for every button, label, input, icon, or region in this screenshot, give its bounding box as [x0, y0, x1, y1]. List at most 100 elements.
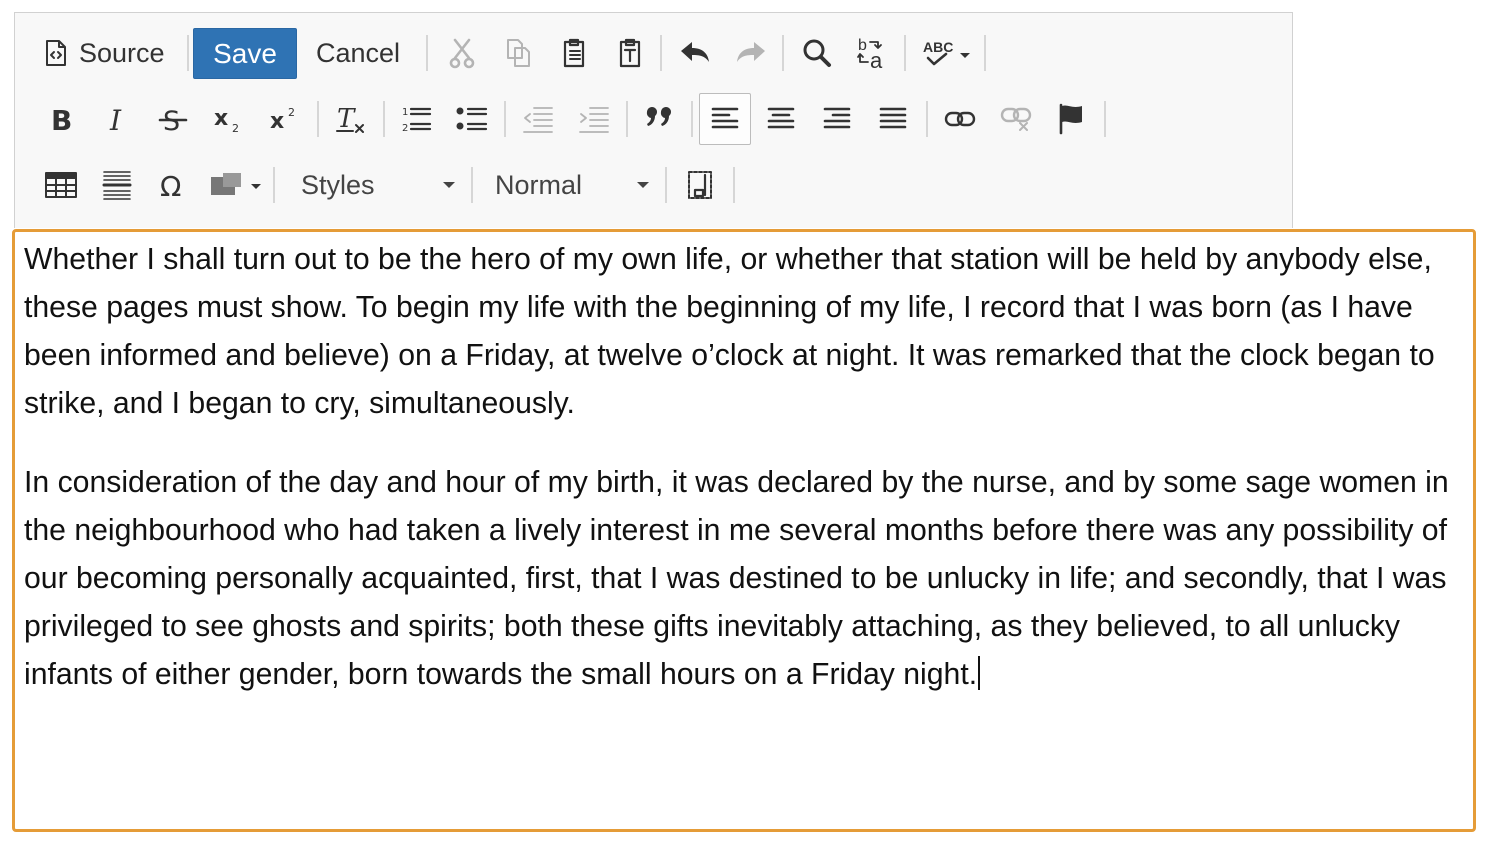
find-button[interactable]: [791, 27, 843, 79]
justify-button[interactable]: [867, 93, 919, 145]
replace-icon: b a: [857, 37, 883, 70]
unlink-button[interactable]: [990, 93, 1042, 145]
decrease-indent-button[interactable]: [512, 93, 564, 145]
source-label: Source: [79, 37, 165, 68]
svg-text:x: x: [270, 109, 284, 134]
paste-button[interactable]: [548, 27, 600, 79]
chevron-down-icon: [443, 182, 455, 188]
remove-format-icon: T: [336, 104, 364, 134]
remove-format-button[interactable]: T: [325, 93, 377, 145]
find-icon: [803, 39, 831, 67]
toolbar-separator: [626, 101, 628, 137]
align-center-button[interactable]: [755, 93, 807, 145]
toolbar-separator: [317, 101, 319, 137]
svg-text:2: 2: [402, 123, 408, 134]
toolbar-separator: [660, 35, 662, 71]
superscript-icon: x 2: [270, 106, 295, 134]
svg-text:I: I: [109, 104, 122, 134]
superscript-button[interactable]: x 2: [259, 93, 311, 145]
save-button[interactable]: Save: [193, 28, 297, 79]
italic-icon: I: [109, 104, 122, 134]
toolbar-separator: [733, 167, 735, 203]
styles-dropdown[interactable]: Styles: [301, 165, 455, 205]
copy-button[interactable]: [492, 27, 544, 79]
blockquote-button[interactable]: [634, 93, 686, 145]
bulleted-list-button[interactable]: [446, 93, 498, 145]
svg-text:2: 2: [288, 106, 295, 119]
paragraph-2[interactable]: In consideration of the day and hour of …: [24, 459, 1465, 699]
chevron-down-icon: [637, 182, 649, 188]
toolbar-separator: [926, 101, 928, 137]
undo-button[interactable]: [669, 27, 721, 79]
redo-button[interactable]: [725, 27, 777, 79]
toolbar-separator: [665, 167, 667, 203]
link-icon: [944, 111, 976, 127]
svg-text:T: T: [337, 104, 356, 134]
svg-text:B: B: [51, 104, 72, 134]
replace-button[interactable]: b a: [847, 27, 899, 79]
strikethrough-button[interactable]: S: [147, 93, 199, 145]
align-right-icon: [823, 107, 851, 129]
horizontal-line-button[interactable]: [91, 159, 143, 211]
toolbar-separator: [1104, 101, 1106, 137]
subscript-button[interactable]: x 2: [203, 93, 255, 145]
paragraph-1[interactable]: Whether I shall turn out to be the hero …: [24, 236, 1465, 428]
image-icon: [211, 173, 261, 195]
toolbar-row-2: B I S x 2 x 2 T 1 2: [15, 93, 1292, 149]
paste-text-icon: [619, 38, 641, 68]
numbered-list-button[interactable]: 1 2: [390, 93, 442, 145]
svg-text:x: x: [214, 106, 228, 131]
strikethrough-icon: S: [158, 106, 188, 134]
italic-button[interactable]: I: [91, 93, 143, 145]
format-dropdown[interactable]: Normal: [495, 165, 649, 205]
toolbar-separator: [383, 101, 385, 137]
toolbar-separator: [273, 167, 275, 203]
align-right-button[interactable]: [811, 93, 863, 145]
link-button[interactable]: [934, 93, 986, 145]
undo-icon: [681, 42, 709, 62]
toolbar-separator: [904, 35, 906, 71]
special-character-button[interactable]: Ω: [147, 159, 199, 211]
source-button[interactable]: Source: [43, 27, 165, 79]
decrease-indent-icon: [523, 107, 553, 133]
show-blocks-icon: [688, 171, 712, 199]
increase-indent-button[interactable]: [568, 93, 620, 145]
toolbar-separator: [426, 35, 428, 71]
toolbar-separator: [782, 35, 784, 71]
redo-icon: [737, 42, 765, 62]
align-left-button[interactable]: [699, 93, 751, 145]
image-button[interactable]: [205, 159, 265, 211]
increase-indent-icon: [579, 107, 609, 133]
bold-icon: B: [51, 104, 72, 134]
anchor-flag-icon: [1059, 103, 1082, 135]
special-char-icon: Ω: [160, 170, 181, 201]
paragraph-2-text: In consideration of the day and hour of …: [24, 466, 1449, 691]
paste-text-button[interactable]: [604, 27, 656, 79]
cancel-button[interactable]: Cancel: [316, 27, 400, 79]
toolbar-separator: [691, 101, 693, 137]
rich-text-editor[interactable]: Whether I shall turn out to be the hero …: [12, 229, 1476, 832]
svg-text:a: a: [870, 48, 883, 70]
bold-button[interactable]: B: [35, 93, 87, 145]
format-label: Normal: [495, 169, 583, 200]
align-left-icon: [711, 107, 739, 129]
bulleted-list-icon: [456, 107, 488, 131]
toolbar-separator: [187, 35, 189, 71]
horizontal-line-icon: [102, 171, 132, 200]
spellcheck-icon: ABC: [923, 39, 970, 66]
cut-button[interactable]: [436, 27, 488, 79]
svg-text:Ω: Ω: [160, 170, 181, 201]
unlink-icon: [1000, 107, 1032, 131]
styles-label: Styles: [301, 169, 375, 200]
show-blocks-button[interactable]: [675, 159, 727, 211]
spellcheck-button[interactable]: ABC: [916, 27, 978, 79]
anchor-button[interactable]: [1046, 93, 1098, 145]
table-icon: [45, 172, 77, 198]
svg-text:ABC: ABC: [923, 39, 953, 55]
toolbar-row-1: Source Save Cancel b a ABC: [15, 27, 1292, 83]
table-button[interactable]: [35, 159, 87, 211]
subscript-icon: x 2: [214, 106, 239, 134]
toolbar-row-3: Ω Styles Normal: [15, 159, 1292, 215]
svg-text:2: 2: [232, 122, 239, 134]
svg-text:1: 1: [402, 107, 408, 118]
